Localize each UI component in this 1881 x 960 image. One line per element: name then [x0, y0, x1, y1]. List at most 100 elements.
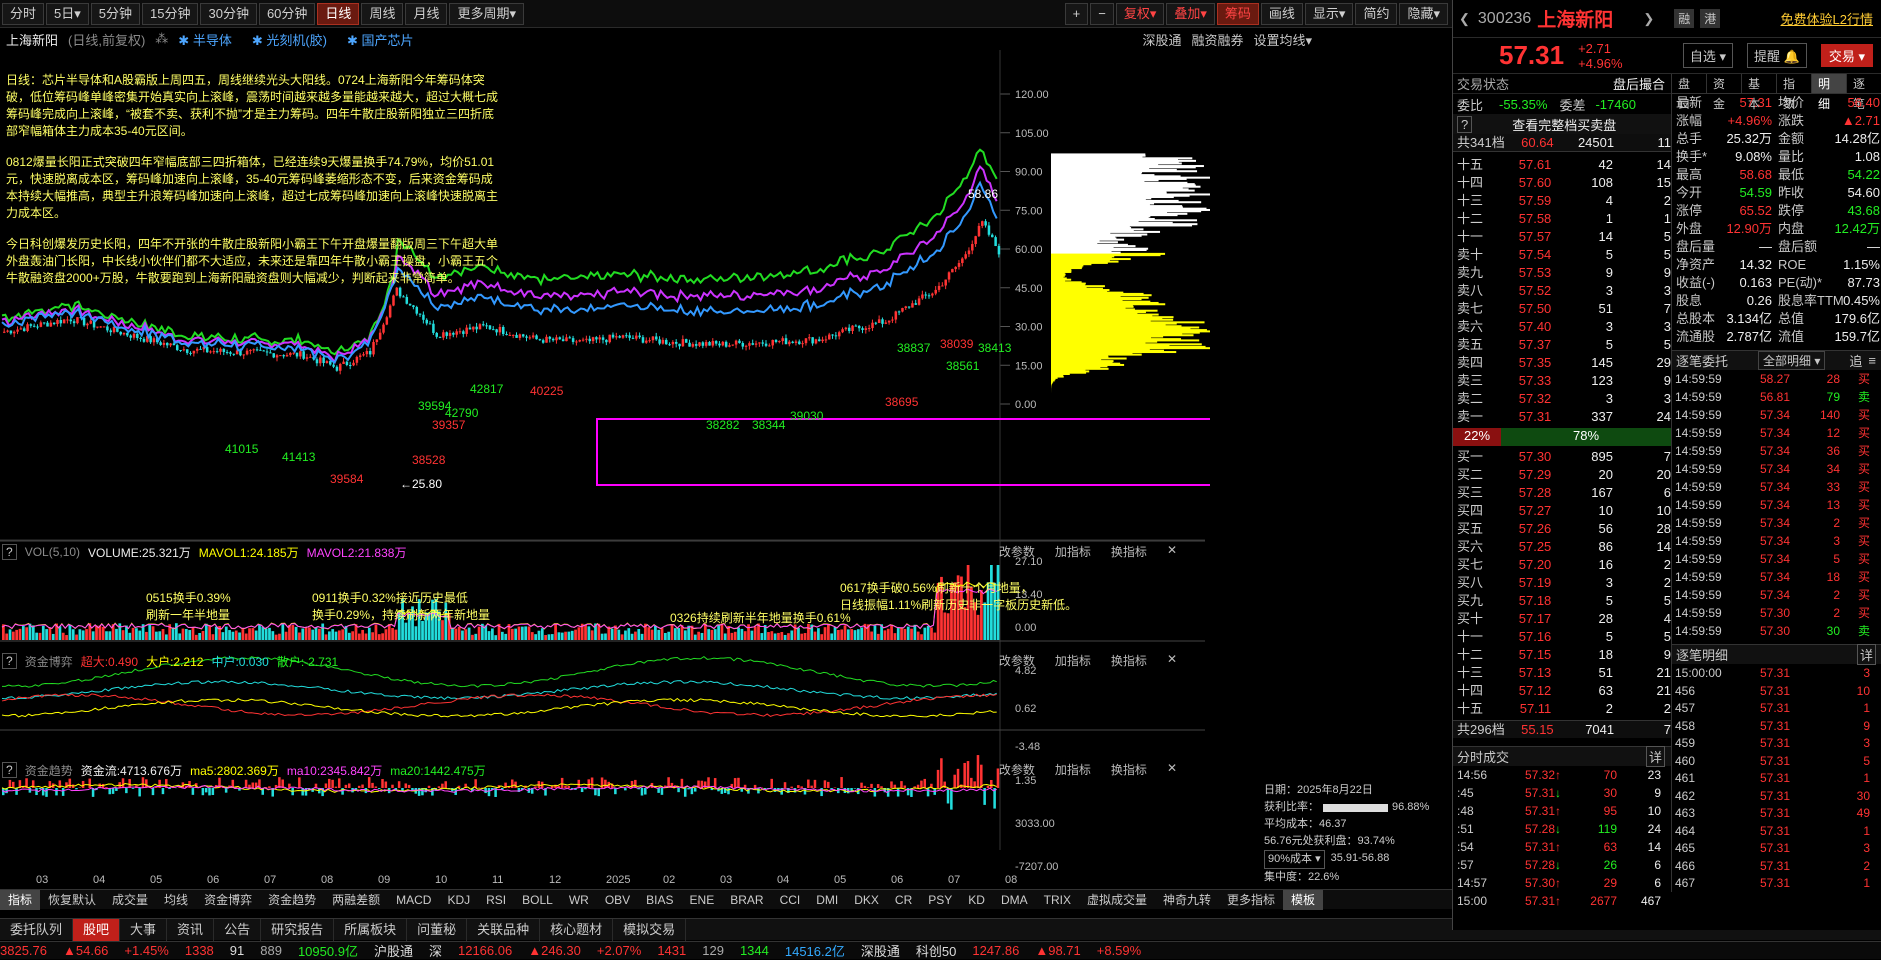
ask-row[interactable]: 卖十57.5455	[1453, 246, 1671, 264]
indicator-tab-17[interactable]: DMI	[808, 890, 846, 910]
period-5-button[interactable]: 60分钟	[259, 3, 315, 25]
info-tab-3[interactable]: 指数	[1777, 74, 1812, 93]
bid-row[interactable]: 十三57.135121	[1453, 664, 1671, 682]
ask-row[interactable]: 卖一57.3133724	[1453, 408, 1671, 426]
indicator-tab-27[interactable]: 模板	[1283, 890, 1323, 910]
ask-row[interactable]: 十三57.5942	[1453, 192, 1671, 210]
indicator-tab-26[interactable]: 更多指标	[1219, 890, 1283, 910]
switch-indicator-button[interactable]: 换指标	[1111, 761, 1147, 778]
bottom-tab-10[interactable]: 模拟交易	[613, 919, 686, 941]
period-4-button[interactable]: 30分钟	[200, 3, 256, 25]
indicator-tab-8[interactable]: KDJ	[439, 890, 478, 910]
bottom-tab-8[interactable]: 关联品种	[467, 919, 540, 941]
l2-promo-link[interactable]: 免费体验L2行情	[1781, 9, 1873, 28]
watchlist-select[interactable]: 自选 ▾	[1683, 43, 1733, 68]
tool-0-button[interactable]: +	[1065, 3, 1089, 25]
bid-row[interactable]: 买八57.1932	[1453, 574, 1671, 592]
ask-row[interactable]: 卖七57.50517	[1453, 300, 1671, 318]
indicator-tab-21[interactable]: KD	[960, 890, 993, 910]
tag-lithography[interactable]: ✱ 光刻机(胶)	[252, 30, 337, 49]
indicator-tab-6[interactable]: 两融差额	[324, 890, 388, 910]
gang-badge[interactable]: 港	[1700, 9, 1720, 28]
zbwt-select[interactable]: 全部明细 ▾	[1758, 351, 1825, 370]
indicator-tab-5[interactable]: 资金趋势	[260, 890, 324, 910]
indicator-tab-12[interactable]: OBV	[597, 890, 638, 910]
period-8-button[interactable]: 月线	[405, 3, 447, 25]
help-icon[interactable]: ?	[2, 544, 17, 560]
bid-row[interactable]: 买一57.308957	[1453, 448, 1671, 466]
bottom-tab-2[interactable]: 大事	[120, 919, 167, 941]
status-item-16[interactable]: 深股通	[861, 941, 900, 960]
chip-range-select[interactable]: 90%成本 ▾	[1264, 850, 1325, 869]
ma-settings-link[interactable]: 设置均线▾	[1253, 30, 1312, 49]
bid-row[interactable]: 十五57.1122	[1453, 700, 1671, 718]
bottom-tab-0[interactable]: 委托队列	[0, 919, 73, 941]
close-icon[interactable]: ✕	[1167, 543, 1177, 560]
bid-row[interactable]: 买二57.292020	[1453, 466, 1671, 484]
bid-row[interactable]: 买三57.281676	[1453, 484, 1671, 502]
tool-8-button[interactable]: 隐藏▾	[1399, 3, 1448, 25]
bottom-tab-1[interactable]: 股吧	[73, 919, 120, 941]
tool-7-button[interactable]: 简约	[1355, 3, 1397, 25]
bid-row[interactable]: 买九57.1855	[1453, 592, 1671, 610]
indicator-tab-15[interactable]: BRAR	[722, 890, 771, 910]
period-1-button[interactable]: 5日▾	[46, 3, 89, 25]
tool-6-button[interactable]: 显示▾	[1305, 3, 1354, 25]
tag-semiconductor[interactable]: ✱ 半导体	[178, 30, 242, 49]
tool-4-button[interactable]: 筹码	[1217, 3, 1259, 25]
ask-row[interactable]: 十一57.57145	[1453, 228, 1671, 246]
bottom-tab-5[interactable]: 研究报告	[261, 919, 334, 941]
info-tab-0[interactable]: 盘口	[1672, 74, 1707, 93]
bid-row[interactable]: 买四57.271010	[1453, 502, 1671, 520]
help-icon[interactable]: ?	[2, 762, 17, 778]
tool-3-button[interactable]: 叠加▾	[1166, 3, 1215, 25]
indicator-tab-14[interactable]: ENE	[682, 890, 723, 910]
ask-row[interactable]: 卖二57.3233	[1453, 390, 1671, 408]
remind-button[interactable]: 提醒 🔔	[1747, 43, 1807, 68]
edit-params-button[interactable]: 改参数	[999, 652, 1035, 669]
ask-row[interactable]: 十二57.5811	[1453, 210, 1671, 228]
bottom-tab-3[interactable]: 资讯	[167, 919, 214, 941]
ask-row[interactable]: 卖六57.4033	[1453, 318, 1671, 336]
fenshi-more[interactable]: 详	[1646, 746, 1665, 767]
indicator-tab-0[interactable]: 指标	[0, 890, 40, 910]
period-7-button[interactable]: 周线	[361, 3, 403, 25]
bottom-tab-6[interactable]: 所属板块	[334, 919, 407, 941]
ask-row[interactable]: 卖四57.3514529	[1453, 354, 1671, 372]
tool-2-button[interactable]: 复权▾	[1116, 3, 1165, 25]
bid-row[interactable]: 十一57.1655	[1453, 628, 1671, 646]
tool-1-button[interactable]: −	[1090, 3, 1114, 25]
indicator-tab-18[interactable]: DKX	[846, 890, 887, 910]
switch-indicator-button[interactable]: 换指标	[1111, 652, 1147, 669]
tool-5-button[interactable]: 画线	[1261, 3, 1303, 25]
add-indicator-button[interactable]: 加指标	[1055, 543, 1091, 560]
edit-params-button[interactable]: 改参数	[999, 761, 1035, 778]
grid-icon[interactable]: ⁂	[155, 31, 168, 47]
indicator-tab-7[interactable]: MACD	[388, 890, 439, 910]
bid-row[interactable]: 买五57.265628	[1453, 520, 1671, 538]
indicator-tab-3[interactable]: 均线	[156, 890, 196, 910]
indicator-tab-1[interactable]: 恢复默认	[40, 890, 104, 910]
edit-params-button[interactable]: 改参数	[999, 543, 1035, 560]
add-indicator-button[interactable]: 加指标	[1055, 761, 1091, 778]
status-item-17[interactable]: 科创50	[916, 941, 956, 960]
tag-domestic-chip[interactable]: ✱ 国产芯片	[347, 30, 424, 49]
indicator-tab-19[interactable]: CR	[887, 890, 920, 910]
indicator-tab-9[interactable]: RSI	[478, 890, 514, 910]
indicator-tab-23[interactable]: TRIX	[1036, 890, 1079, 910]
period-2-button[interactable]: 5分钟	[91, 3, 140, 25]
info-tab-5[interactable]: 逐笔	[1847, 74, 1881, 93]
indicator-tab-2[interactable]: 成交量	[104, 890, 156, 910]
indicator-tab-13[interactable]: BIAS	[638, 890, 681, 910]
bid-row[interactable]: 买十57.17284	[1453, 610, 1671, 628]
more-icon[interactable]: ≡	[1868, 353, 1876, 368]
sgt-link[interactable]: 深股通	[1142, 30, 1181, 49]
close-icon[interactable]: ✕	[1167, 652, 1177, 669]
indicator-tab-10[interactable]: BOLL	[514, 890, 561, 910]
rong-badge[interactable]: 融	[1674, 9, 1694, 28]
next-stock-icon[interactable]: ❯	[1643, 11, 1654, 27]
ask-row[interactable]: 十四57.6010815	[1453, 174, 1671, 192]
bid-row[interactable]: 十二57.15189	[1453, 646, 1671, 664]
help-icon[interactable]: ?	[2, 653, 17, 669]
bid-row[interactable]: 买七57.20162	[1453, 556, 1671, 574]
